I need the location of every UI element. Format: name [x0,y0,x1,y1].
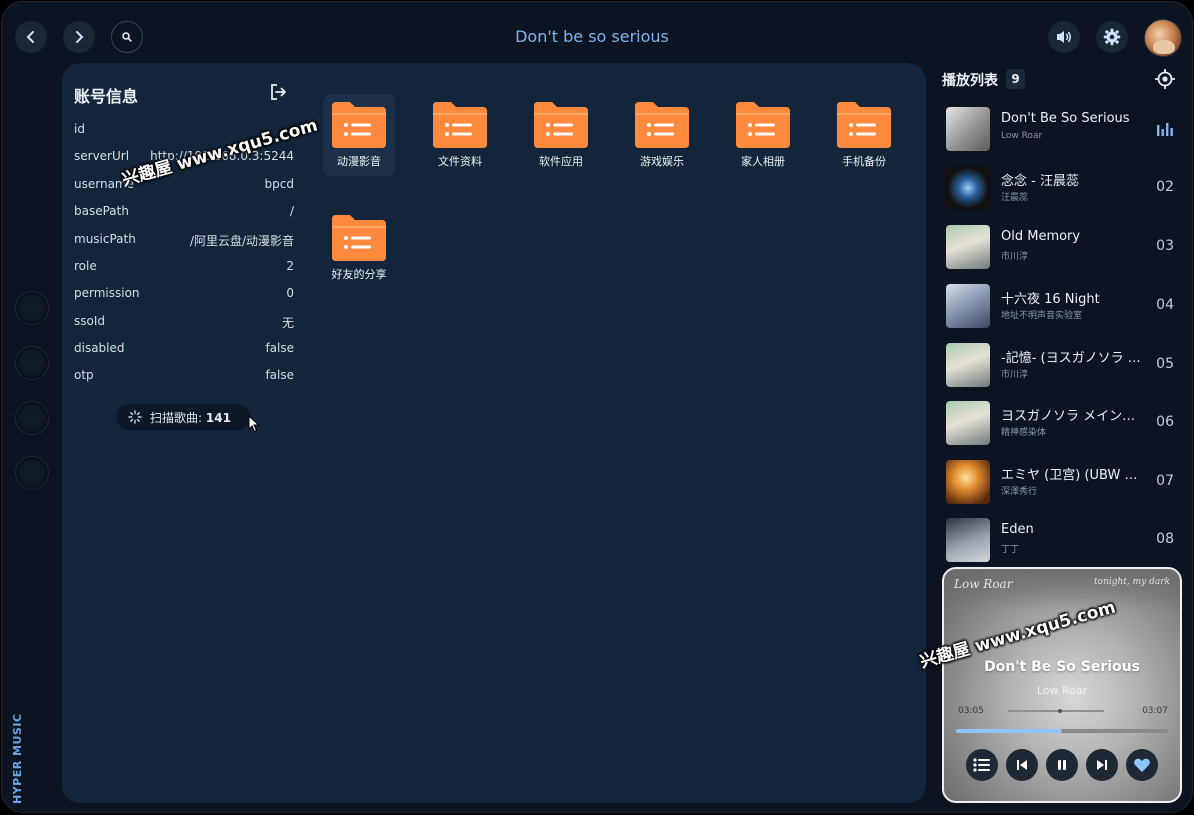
account-row-basepath: basePath / [74,204,294,218]
album-cover [946,225,990,269]
folder-icon [635,102,689,148]
settings-button[interactable] [1096,21,1128,53]
crosshair-icon [1155,69,1175,89]
folder-icon [332,215,386,261]
volume-icon [1057,31,1072,43]
skip-forward-icon [1097,760,1107,770]
folder-label: 游戏娱乐 [640,155,684,168]
album-cover [946,343,990,387]
duration-time: 03:07 [1142,706,1168,716]
next-button[interactable] [1086,749,1118,781]
pause-button[interactable] [1046,749,1078,781]
scan-songs-button[interactable]: 扫描歌曲: 141 [116,404,250,430]
account-row-username: username bpcd [74,177,294,191]
playlist-item[interactable]: ヨスガノソラ メインテーマ 精神感染体 06 [946,401,1182,447]
playlist-toggle-button[interactable] [966,749,998,781]
brand-label: HYPER MUSIC [11,713,24,804]
album-cover [946,460,990,504]
account-row-ssoid: ssoId 无 [74,314,294,330]
album-cover [946,284,990,328]
playlist-title: 播放列表 [942,73,998,89]
gear-icon [1103,28,1121,46]
scan-label: 扫描歌曲: 141 [150,410,231,425]
locate-current-button[interactable] [1154,68,1176,94]
pause-icon [1058,760,1066,770]
current-time: 03:05 [958,706,984,716]
album-cover [946,166,990,210]
album-cover [946,518,990,562]
folder-item[interactable]: 游戏娱乐 [626,94,698,176]
folder-icon [332,102,386,148]
playlist-item[interactable]: 十六夜 16 Night 地址不明声音实验室 04 [946,284,1182,330]
spinner-icon [128,410,142,424]
folder-item[interactable]: 文件资料 [424,94,496,176]
album-cover [946,107,990,151]
user-avatar[interactable] [1144,19,1182,57]
app-window: Don't be so serious HYPER MUSIC 账号信息 id … [1,1,1193,813]
playlist-item[interactable]: -記憶- (ヨスガノソラ メインテーマ) 市川淳 05 [946,343,1182,389]
now-playing-title: Don't Be So Serious [984,659,1140,675]
folder-item[interactable]: 动漫影音 [323,94,395,176]
equalizer-icon [1157,123,1173,136]
account-title: 账号信息 [74,87,139,106]
rail-button-1[interactable] [15,291,49,325]
folder-icon [433,102,487,148]
logout-button[interactable] [268,82,288,106]
album-art-text-right: tonight, my dark [1094,577,1170,587]
mouse-cursor-icon [248,415,260,433]
folder-label: 动漫影音 [337,155,381,168]
rail-button-3[interactable] [15,401,49,435]
account-row-disabled: disabled false [74,341,294,355]
playlist-item[interactable]: 念念 - 汪晨蕊 汪晨蕊 02 [946,166,1182,212]
folder-label: 手机备份 [842,155,886,168]
folder-icon [534,102,588,148]
list-icon [973,758,990,772]
album-cover [946,401,990,445]
folder-label: 文件资料 [438,155,482,168]
account-row-musicpath: musicPath/阿里云盘/动漫影音 [74,232,294,248]
playlist-item[interactable]: エミヤ (卫宫) (UBW Extended) 深澤秀行 07 [946,460,1182,506]
folder-label: 好友的分享 [331,268,387,281]
folder-label: 家人相册 [741,155,785,168]
album-art-text-left: Low Roar [954,577,1013,591]
volume-button[interactable] [1048,21,1080,53]
playlist-item[interactable]: Old Memory 市川淳 03 [946,225,1182,271]
page-title: Don't be so serious [515,27,669,46]
account-row-permission: permission 0 [74,286,294,300]
skip-back-icon [1017,760,1027,770]
progress-bar[interactable] [956,729,1168,733]
folder-icon [837,102,891,148]
playlist-count-badge: 9 [1006,69,1025,89]
now-playing-card: Low Roar tonight, my dark Don't Be So Se… [942,567,1182,803]
progress-fill [956,729,1062,733]
folder-icon [736,102,790,148]
favorite-button[interactable] [1126,749,1158,781]
previous-button[interactable] [1006,749,1038,781]
folder-label: 软件应用 [539,155,583,168]
playlist-item[interactable]: Eden 丁丁 08 [946,518,1182,564]
rail-button-2[interactable] [15,346,49,380]
folder-item[interactable]: 手机备份 [828,94,900,176]
folder-item[interactable]: 家人相册 [727,94,799,176]
folder-item[interactable]: 好友的分享 [323,207,395,289]
heart-icon [1134,758,1150,772]
now-playing-artist: Low Roar [1036,684,1088,697]
logout-icon [271,84,286,100]
volume-slider[interactable] [1008,709,1104,713]
folder-item[interactable]: 软件应用 [525,94,597,176]
account-row-otp: otp false [74,368,294,382]
playlist-item[interactable]: Don't Be So Serious Low Roar [946,107,1182,153]
main-panel: 账号信息 id serverUrl http://192.168.0.3:5244… [62,63,926,803]
rail-button-4[interactable] [15,456,49,490]
account-row-role: role 2 [74,259,294,273]
